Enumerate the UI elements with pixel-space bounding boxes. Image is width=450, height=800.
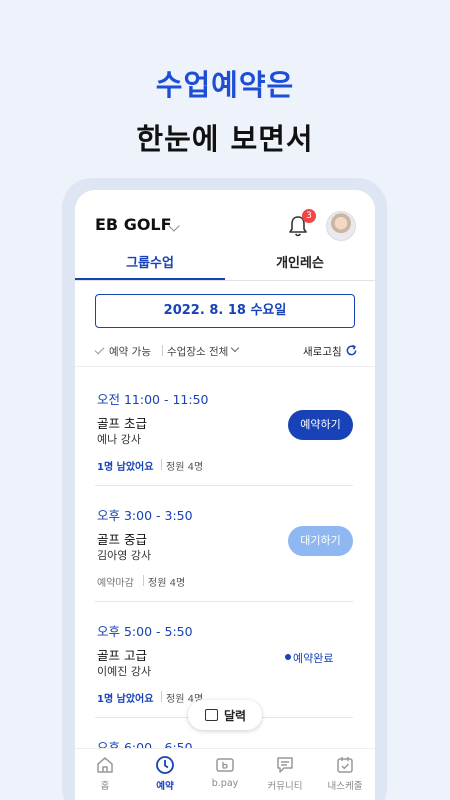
- check-icon[interactable]: [94, 344, 105, 355]
- class-name: 골프 중급: [97, 532, 147, 547]
- class-capacity: 정원 4명: [148, 578, 186, 589]
- nav-label: 내스케줄: [327, 781, 363, 792]
- nav-label: b.pay: [211, 778, 239, 789]
- divider: [143, 575, 144, 586]
- nav-item-home[interactable]: 홈: [75, 755, 135, 792]
- notification-badge: 3: [302, 209, 316, 223]
- wallet-icon: [216, 758, 234, 772]
- nav-label: 홈: [100, 781, 110, 792]
- class-availability: 1명 남았어요: [97, 694, 154, 705]
- calendar-button[interactable]: 달력: [188, 700, 262, 730]
- nav-item-community[interactable]: 커뮤니티: [255, 755, 315, 792]
- avatar[interactable]: [326, 211, 356, 241]
- reservation-complete-label: 예약완료: [293, 652, 334, 665]
- tab-group-class[interactable]: 그룹수업: [75, 250, 225, 280]
- available-filter[interactable]: 예약 가능: [109, 344, 151, 359]
- class-time: 오후 5:00 - 5:50: [97, 624, 193, 639]
- app-header: EB GOLF 3: [75, 208, 375, 248]
- hero-heading: 수업예약은 한눈에 보면서: [0, 62, 450, 158]
- bottom-navigation: 홈 예약 b.pay 커뮤니티 내스케줄: [75, 748, 375, 800]
- divider: [161, 459, 162, 470]
- divider: [75, 366, 375, 367]
- class-card: 오후 3:00 - 3:50 골프 중급 김아영 강사 예약마감 정원 4명 대…: [95, 487, 353, 602]
- class-name: 골프 고급: [97, 648, 147, 663]
- lesson-tabs: 그룹수업 개인레슨: [75, 250, 375, 281]
- nav-label: 커뮤니티: [267, 781, 303, 792]
- refresh-icon[interactable]: [345, 344, 358, 357]
- waitlist-button[interactable]: 대기하기: [288, 526, 353, 556]
- hero-title-line2: 한눈에 보면서: [136, 122, 314, 156]
- chat-icon: [277, 757, 293, 773]
- class-time: 오전 11:00 - 11:50: [97, 392, 209, 407]
- date-selector[interactable]: 2022. 8. 18 수요일: [95, 294, 355, 328]
- calendar-button-label: 달력: [224, 709, 247, 723]
- chevron-down-icon[interactable]: [230, 343, 240, 353]
- calendar-icon: [205, 709, 218, 721]
- class-card: 오전 11:00 - 11:50 골프 초급 예나 강사 1명 남았어요 정원 …: [95, 371, 353, 486]
- class-name: 골프 초급: [97, 416, 147, 431]
- calendar-check-icon: [337, 757, 353, 773]
- app-screen: EB GOLF 3 그룹수업 개인레슨 2022. 8. 18 수요일 예약 가…: [75, 190, 375, 800]
- nav-item-reservation[interactable]: 예약: [135, 755, 195, 792]
- class-time: 오후 3:00 - 3:50: [97, 508, 193, 523]
- class-availability: 예약마감: [97, 578, 134, 589]
- status-dot-icon: [285, 654, 291, 660]
- nav-item-my-schedule[interactable]: 내스케줄: [315, 755, 375, 792]
- brand-selector[interactable]: EB GOLF: [95, 215, 172, 234]
- class-availability: 1명 남았어요: [97, 462, 154, 473]
- refresh-button[interactable]: 새로고침: [303, 344, 342, 359]
- filter-divider: [162, 345, 163, 356]
- tab-private-lesson[interactable]: 개인레슨: [225, 250, 375, 278]
- class-coach: 이예진 강사: [97, 665, 152, 678]
- nav-label: 예약: [156, 781, 174, 792]
- class-capacity: 정원 4명: [166, 462, 204, 473]
- class-coach: 예나 강사: [97, 433, 141, 446]
- hero-title-line1: 수업예약은: [155, 68, 295, 102]
- clock-icon: [156, 756, 174, 774]
- place-filter[interactable]: 수업장소 전체: [167, 344, 228, 359]
- divider: [161, 691, 162, 702]
- class-coach: 김아영 강사: [97, 549, 152, 562]
- reserve-button[interactable]: 예약하기: [288, 410, 353, 440]
- home-icon: [97, 757, 113, 773]
- nav-item-bpay[interactable]: b.pay: [195, 755, 255, 789]
- filter-bar: 예약 가능 수업장소 전체 새로고침: [94, 342, 360, 362]
